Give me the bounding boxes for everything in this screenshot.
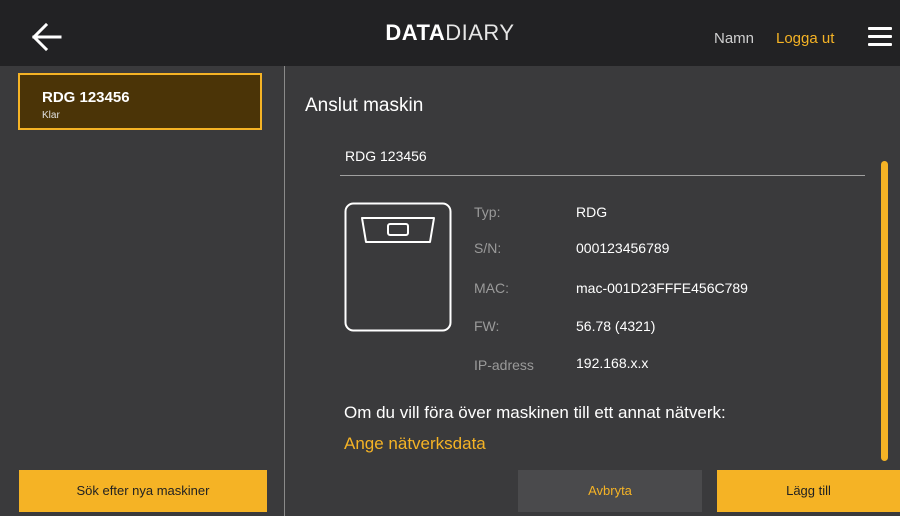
logo-bold-text: DATA [385, 20, 446, 45]
username: Namn [714, 30, 755, 47]
ip-value: 192.168.x.x [576, 355, 649, 371]
cancel-button[interactable]: Avbryta [518, 470, 702, 512]
mac-value: mac-001D23FFFE456C789 [576, 280, 748, 296]
machine-status: Klar [42, 110, 60, 121]
search-machines-button[interactable]: Sök efter nya maskiner [19, 470, 267, 512]
serial-value: 000123456789 [576, 240, 670, 256]
logout-link[interactable]: Logga ut [776, 30, 834, 47]
ip-label: IP-adress [474, 357, 534, 373]
firmware-label: FW: [474, 318, 500, 334]
add-button[interactable]: Lägg till [717, 470, 900, 512]
sidebar-divider [284, 66, 285, 516]
machine-name-input[interactable] [340, 140, 855, 172]
app-logo: DATADIARY [0, 20, 900, 46]
network-data-link[interactable]: Ange nätverksdata [344, 434, 486, 454]
transfer-network-text: Om du vill föra över maskinen till ett a… [344, 403, 726, 422]
top-bar: DATADIARY Namn Logga ut [0, 0, 900, 66]
mac-label: MAC: [474, 280, 509, 296]
sidebar [0, 66, 284, 516]
type-value: RDG [576, 204, 608, 220]
serial-label: S/N: [474, 240, 502, 256]
machine-name: RDG 123456 [42, 89, 130, 106]
type-label: Typ: [474, 204, 501, 220]
scrollbar[interactable] [881, 161, 888, 461]
hamburger-menu-icon[interactable] [868, 27, 892, 47]
machine-name-field[interactable] [340, 140, 865, 176]
page-title: Anslut maskin [305, 95, 424, 116]
machine-list-item[interactable]: RDG 123456 Klar [18, 73, 262, 130]
machine-device-icon [344, 202, 452, 332]
firmware-value: 56.78 (4321) [576, 318, 656, 334]
logo-light-text: DIARY [445, 20, 515, 45]
